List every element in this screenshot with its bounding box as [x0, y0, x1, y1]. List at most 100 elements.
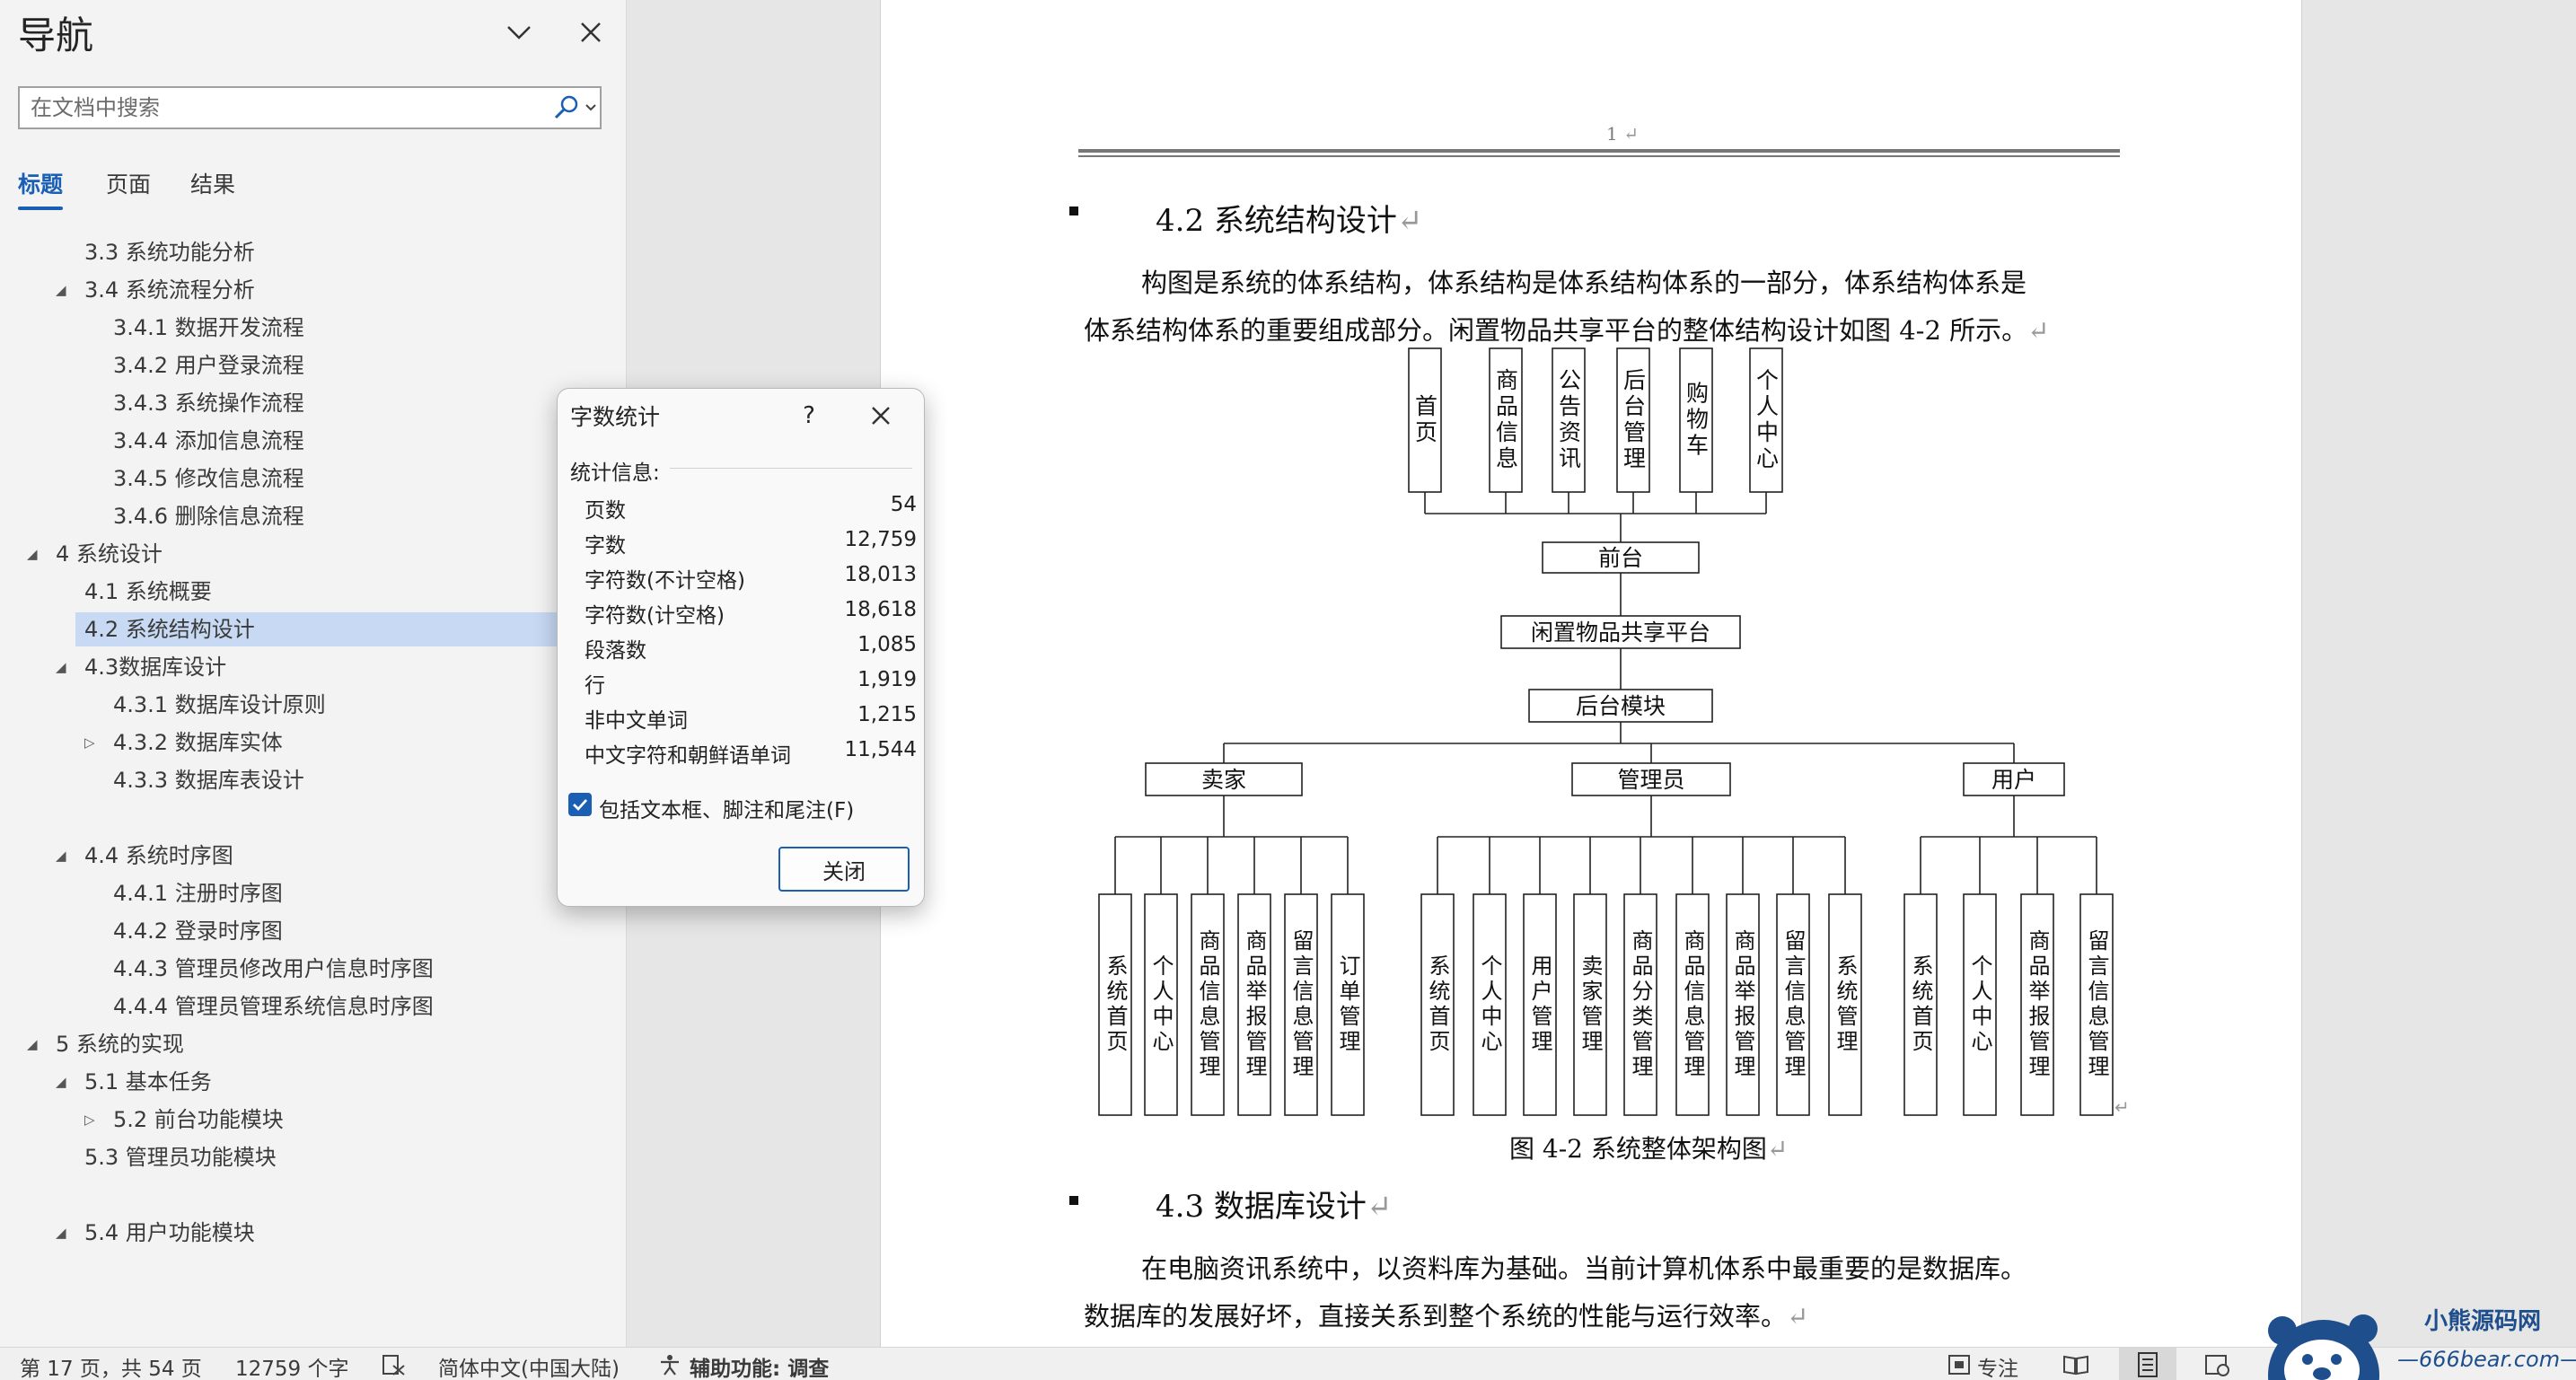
expanded-triangle-icon[interactable]: ◢: [56, 1065, 66, 1099]
include-checkbox[interactable]: [568, 793, 592, 816]
status-bar: 第 17 页，共 54 页 12759 个字 简体中文(中国大陆) 辅助功能: …: [0, 1347, 2576, 1380]
role-module-label: 用户管理: [1527, 954, 1552, 1055]
stat-row: 非中文单词 1,215: [585, 703, 917, 737]
dialog-title: 字数统计: [570, 404, 661, 430]
nav-close-icon[interactable]: [575, 16, 607, 48]
heading-item[interactable]: 3.3 系统功能分析: [84, 235, 255, 269]
heading-item[interactable]: 3.4.4 添加信息流程: [113, 424, 304, 458]
paragraph-line[interactable]: 数据库的发展好坏，直接关系到整个系统的性能与运行效率。↵: [1084, 1296, 1808, 1333]
front-module-label: 个人中心: [1754, 368, 1780, 472]
expanded-triangle-icon[interactable]: ◢: [27, 1027, 38, 1061]
heading-item[interactable]: 4.3.1 数据库设计原则: [113, 688, 326, 722]
stat-label: 字符数(计空格): [585, 604, 725, 628]
nav-options-chevron-icon[interactable]: [501, 16, 537, 48]
heading-item[interactable]: 4.4.3 管理员修改用户信息时序图: [113, 952, 434, 986]
stat-value: 12,759: [844, 528, 917, 551]
chevron-down-icon[interactable]: [584, 99, 598, 117]
document-page[interactable]: 1 ↵ 4.2 系统结构设计↵ 构图是系统的体系结构，体系结构是体系结构体系的一…: [880, 0, 2302, 1347]
heading-item-label: 4 系统设计: [56, 541, 163, 567]
heading-item[interactable]: 3.4.6 删除信息流程: [113, 499, 304, 533]
heading-item[interactable]: 4 系统设计: [56, 537, 163, 571]
figure-caption[interactable]: 图 4-2 系统整体架构图↵: [1509, 1129, 1788, 1165]
search-icon[interactable]: [551, 93, 582, 122]
role-module-label: 系统首页: [1908, 954, 1933, 1055]
heading-item[interactable]: 3.4 系统流程分析: [84, 273, 255, 307]
heading-bullet: [1069, 1196, 1078, 1205]
collapsed-triangle-icon[interactable]: ▷: [84, 1103, 95, 1137]
heading-item-label: 3.4.2 用户登录流程: [113, 353, 304, 378]
web-layout-icon[interactable]: [2203, 1353, 2230, 1380]
heading-item-label: 3.4.6 删除信息流程: [113, 504, 304, 529]
front-module-label: 购物车: [1684, 382, 1710, 460]
role-module-label: 商品信息管理: [1195, 929, 1220, 1080]
heading-item[interactable]: 4.4.4 管理员管理系统信息时序图: [113, 989, 434, 1024]
heading-item[interactable]: 3.4.5 修改信息流程: [113, 461, 304, 496]
paragraph-line[interactable]: 在电脑资讯系统中，以资料库为基础。当前计算机体系中最重要的是数据库。: [1141, 1248, 2027, 1286]
heading-item-label: 4.4.2 登录时序图: [113, 919, 283, 944]
heading-item-label: 4.4.4 管理员管理系统信息时序图: [113, 994, 434, 1019]
role-module-label: 卖家管理: [1578, 954, 1603, 1055]
role-module-label: 系统首页: [1103, 954, 1128, 1055]
heading-item[interactable]: 5.4 用户功能模块: [84, 1216, 255, 1250]
language-status[interactable]: 简体中文(中国大陆): [438, 1351, 620, 1380]
print-layout-icon[interactable]: [2119, 1348, 2176, 1380]
front-module-label: 公告资讯: [1556, 368, 1582, 472]
heading-item-label: 4.4 系统时序图: [84, 843, 233, 868]
heading-item[interactable]: 4.4.1 注册时序图: [113, 876, 283, 910]
heading-item[interactable]: 4.3数据库设计: [84, 650, 226, 684]
read-mode-icon[interactable]: [2062, 1353, 2090, 1380]
search-input[interactable]: [20, 88, 541, 127]
heading-item[interactable]: 4.4.2 登录时序图: [113, 914, 283, 948]
heading-item-label: 3.4.1 数据开发流程: [113, 315, 304, 340]
heading-item-label: 4.2 系统结构设计: [84, 617, 255, 642]
stat-label: 字符数(不计空格): [585, 569, 745, 593]
close-button[interactable]: 关闭: [778, 847, 910, 892]
heading-item[interactable]: 4.2 系统结构设计: [75, 612, 557, 646]
heading-item-label: 3.3 系统功能分析: [84, 240, 255, 265]
heading-item[interactable]: 4.3.2 数据库实体: [113, 725, 283, 760]
stat-label: 段落数: [585, 639, 646, 663]
tab-results[interactable]: 结果: [190, 167, 235, 199]
expanded-triangle-icon[interactable]: ◢: [56, 1216, 66, 1250]
heading-item[interactable]: 4.1 系统概要: [84, 575, 212, 609]
role-2-label: 用户: [1991, 767, 2036, 793]
page-count-status[interactable]: 第 17 页，共 54 页: [20, 1351, 202, 1380]
stat-row: 中文字符和朝鲜语单词 11,544: [585, 738, 917, 772]
proofing-icon[interactable]: [381, 1353, 406, 1380]
heading-item[interactable]: 3.4.3 系统操作流程: [113, 386, 304, 420]
close-icon[interactable]: [863, 398, 899, 434]
accessibility-icon[interactable]: [657, 1353, 682, 1380]
focus-mode-label[interactable]: 专注: [1977, 1351, 2018, 1380]
collapsed-triangle-icon[interactable]: ▷: [84, 725, 95, 760]
expanded-triangle-icon[interactable]: ◢: [56, 839, 66, 873]
section-heading-4-3[interactable]: 4.3 数据库设计↵: [1156, 1182, 1392, 1226]
include-checkbox-label[interactable]: 包括文本框、脚注和尾注(F): [599, 793, 854, 823]
heading-item[interactable]: 5 系统的实现: [56, 1027, 184, 1061]
heading-item[interactable]: 5.2 前台功能模块: [113, 1103, 284, 1137]
role-0-label: 卖家: [1201, 767, 1246, 793]
heading-item-label: 5 系统的实现: [56, 1032, 184, 1057]
stat-label: 字数: [585, 534, 626, 558]
expanded-triangle-icon[interactable]: ◢: [56, 650, 66, 684]
expanded-triangle-icon[interactable]: ◢: [27, 537, 38, 571]
heading-item[interactable]: 3.4.2 用户登录流程: [113, 348, 304, 382]
heading-item-label: 4.4.3 管理员修改用户信息时序图: [113, 956, 434, 981]
heading-item[interactable]: 4.3.3 数据库表设计: [113, 763, 304, 797]
nav-search-box[interactable]: [18, 86, 602, 129]
stat-value: 54: [890, 493, 917, 516]
heading-item-label: 5.4 用户功能模块: [84, 1220, 255, 1245]
expanded-triangle-icon[interactable]: ◢: [56, 273, 66, 307]
tab-headings[interactable]: 标题: [18, 167, 63, 199]
accessibility-status[interactable]: 辅助功能: 调查: [690, 1351, 829, 1380]
heading-item-label: 5.3 管理员功能模块: [84, 1145, 277, 1170]
stat-value: 18,013: [844, 563, 917, 586]
word-count-status[interactable]: 12759 个字: [235, 1351, 348, 1380]
focus-mode-icon[interactable]: [1947, 1353, 1972, 1380]
heading-item[interactable]: 4.4 系统时序图: [84, 839, 233, 873]
heading-item[interactable]: 5.3 管理员功能模块: [84, 1140, 277, 1174]
word-count-dialog[interactable]: 字数统计 ? 统计信息: 页数 54 字数 12,759 字符数(不计空格) 18,013…: [557, 388, 925, 907]
help-icon[interactable]: ?: [791, 398, 827, 434]
tab-pages[interactable]: 页面: [106, 167, 151, 199]
heading-item[interactable]: 3.4.1 数据开发流程: [113, 311, 304, 345]
heading-item[interactable]: 5.1 基本任务: [84, 1065, 212, 1099]
